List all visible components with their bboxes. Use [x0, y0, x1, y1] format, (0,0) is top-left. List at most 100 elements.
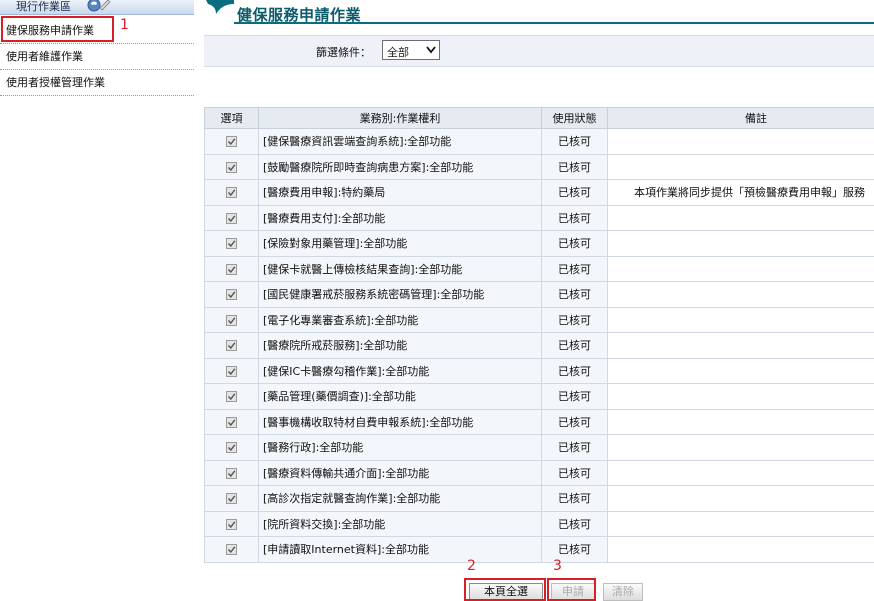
table-row: [申請讀取Internet資料]:全部功能 已核可	[204, 536, 874, 563]
note-cell	[607, 510, 874, 537]
row-checkbox[interactable]	[226, 391, 237, 403]
filter-selected-value: 全部	[387, 46, 409, 59]
note-cell	[607, 204, 874, 231]
row-checkbox[interactable]	[226, 365, 237, 377]
service-name-cell: [電子化專業審查系統]:全部功能	[258, 306, 542, 333]
service-name-cell: [醫療資料傳輸共通介面]:全部功能	[258, 459, 542, 486]
table-row: [醫療資料傳輸共通介面]:全部功能 已核可	[204, 459, 874, 486]
option-cell	[204, 255, 259, 282]
status-cell: 已核可	[541, 281, 608, 308]
checkmark-icon	[227, 164, 236, 171]
option-cell	[204, 332, 259, 359]
service-name-cell: [健保醫療資訊雲端查詢系統]:全部功能	[258, 128, 542, 155]
option-cell	[204, 281, 259, 308]
table-row: [醫事機構收取特材自費申報系統]:全部功能 已核可	[204, 408, 874, 435]
clear-button[interactable]: 清除	[603, 583, 643, 601]
phone-handset-icon	[87, 0, 111, 12]
checkmark-icon	[227, 240, 236, 248]
row-checkbox[interactable]	[226, 314, 237, 326]
option-cell	[204, 230, 259, 257]
service-name-cell: [鼓勵醫療院所即時查詢病患方案]:全部功能	[258, 153, 542, 180]
filter-label: 篩選條件：	[316, 46, 371, 59]
option-cell	[204, 306, 259, 333]
status-cell: 已核可	[541, 536, 608, 563]
sidebar-item-user-authorization[interactable]: 使用者授權管理作業	[0, 70, 194, 96]
option-cell	[204, 510, 259, 537]
row-checkbox[interactable]	[226, 518, 237, 530]
checkmark-icon	[227, 419, 236, 426]
option-cell	[204, 408, 259, 435]
status-cell: 已核可	[541, 383, 608, 410]
row-checkbox[interactable]	[226, 493, 237, 505]
table-row: [醫務行政]:全部功能 已核可	[204, 434, 874, 461]
sidebar-item-health-service-apply[interactable]: 健保服務申請作業	[0, 18, 194, 44]
option-cell	[204, 179, 259, 206]
row-checkbox[interactable]	[226, 161, 237, 173]
note-cell	[607, 434, 874, 461]
status-cell: 已核可	[541, 332, 608, 359]
select-all-button[interactable]: 本頁全選	[469, 583, 543, 601]
checkmark-icon	[227, 342, 236, 350]
service-name-cell: [醫務行政]:全部功能	[258, 434, 542, 461]
service-table: 選項 業務別:作業權利 使用狀態 備註 [健保醫療資訊雲端查詢系統]:全部功能已…	[204, 107, 874, 563]
row-checkbox[interactable]	[226, 187, 237, 199]
note-cell	[607, 153, 874, 180]
table-row: [健保IC卡醫療勾稽作業]:全部功能 已核可	[204, 357, 874, 384]
service-name-cell: [申請讀取Internet資料]:全部功能	[258, 536, 542, 563]
option-cell	[204, 536, 259, 563]
table-row: [保險對象用藥管理]:全部功能 已核可	[204, 230, 874, 257]
table-row: [醫療院所戒菸服務]:全部功能 已核可	[204, 332, 874, 359]
status-cell: 已核可	[541, 459, 608, 486]
status-cell: 已核可	[541, 255, 608, 282]
checkmark-icon	[227, 521, 236, 528]
note-cell	[607, 459, 874, 486]
row-checkbox[interactable]	[226, 263, 237, 275]
row-checkbox[interactable]	[226, 238, 237, 250]
status-cell: 已核可	[541, 510, 608, 537]
annotation-number-3: 3	[553, 558, 562, 574]
row-checkbox[interactable]	[226, 544, 237, 556]
sidebar-header: 現行作業區	[0, 0, 194, 15]
service-name-cell: [醫療費用支付]:全部功能	[258, 204, 542, 231]
option-cell	[204, 459, 259, 486]
checkmark-icon	[227, 393, 236, 401]
checkmark-icon	[227, 444, 236, 452]
checkmark-icon	[227, 189, 236, 197]
row-checkbox[interactable]	[226, 136, 237, 148]
title-underline	[234, 22, 874, 24]
status-cell: 已核可	[541, 408, 608, 435]
table-row: [國民健康署戒菸服務系統密碼管理]:全部功能 已核可	[204, 281, 874, 308]
checkmark-icon	[227, 291, 236, 299]
service-name-cell: [國民健康署戒菸服務系統密碼管理]:全部功能	[258, 281, 542, 308]
status-cell: 已核可	[541, 485, 608, 512]
note-cell	[607, 383, 874, 410]
sidebar: 現行作業區 健保服務申請作業 使用者維護作業 使用者授權管理作業	[0, 0, 194, 601]
row-checkbox[interactable]	[226, 442, 237, 454]
status-cell: 已核可	[541, 153, 608, 180]
annotation-number-1: 1	[120, 17, 129, 33]
note-cell	[607, 306, 874, 333]
row-checkbox[interactable]	[226, 467, 237, 479]
row-checkbox[interactable]	[226, 416, 237, 428]
checkmark-icon	[227, 546, 236, 554]
filter-select[interactable]: 全部	[382, 40, 440, 60]
status-cell: 已核可	[541, 179, 608, 206]
apply-button[interactable]: 申請	[551, 583, 595, 601]
status-cell: 已核可	[541, 434, 608, 461]
row-checkbox[interactable]	[226, 212, 237, 224]
checkmark-icon	[227, 495, 236, 503]
status-cell: 已核可	[541, 357, 608, 384]
service-name-cell: [健保卡就醫上傳檢核結果查詢]:全部功能	[258, 255, 542, 282]
status-cell: 已核可	[541, 128, 608, 155]
table-row: [高診次指定就醫查詢作業]:全部功能 已核可	[204, 485, 874, 512]
row-checkbox[interactable]	[226, 340, 237, 352]
speech-bubble-icon	[206, 0, 234, 14]
checkmark-icon	[227, 317, 236, 324]
note-cell	[607, 332, 874, 359]
status-cell: 已核可	[541, 204, 608, 231]
row-checkbox[interactable]	[226, 289, 237, 301]
table-header-row: 選項 業務別:作業權利 使用狀態 備註	[204, 107, 874, 129]
service-name-cell: [醫療費用申報]:特約藥局	[258, 179, 542, 206]
service-name-cell: [醫事機構收取特材自費申報系統]:全部功能	[258, 408, 542, 435]
sidebar-item-user-maintenance[interactable]: 使用者維護作業	[0, 44, 194, 70]
